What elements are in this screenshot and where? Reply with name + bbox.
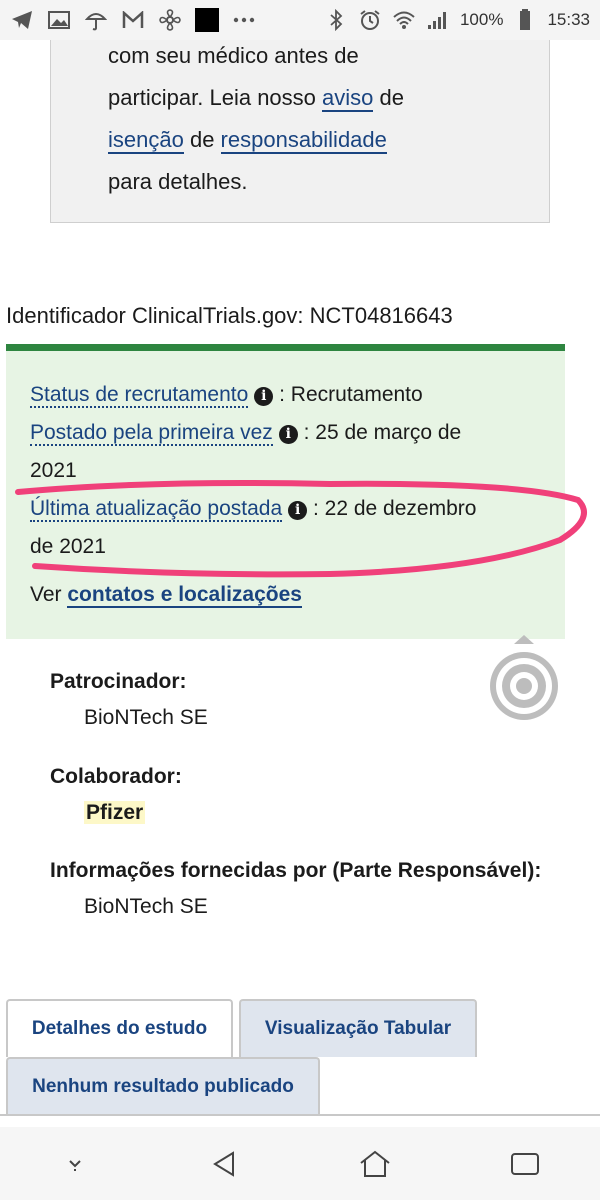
- umbrella-icon: [84, 8, 108, 32]
- collaborator-block: Colaborador: Pfizer: [50, 765, 182, 825]
- last-update-row: Última atualização postada i : 22 de deze…: [30, 490, 565, 528]
- identifier-value: NCT04816643: [309, 303, 453, 328]
- info-icon[interactable]: i: [278, 425, 298, 444]
- gmail-icon: [121, 8, 145, 32]
- contacts-locations-link[interactable]: contatos e localizações: [67, 583, 302, 608]
- recruitment-status-value: : Recrutamento: [273, 383, 423, 406]
- last-update-value-cont: de 2021: [30, 535, 106, 558]
- responsible-party-label: Informações fornecidas por (Parte Respon…: [50, 859, 542, 882]
- collaborator-label: Colaborador:: [50, 765, 182, 788]
- see-contacts-row: Ver contatos e localizações: [30, 576, 565, 614]
- sponsor-value: BioNTech SE: [84, 706, 208, 729]
- disclaimer-line-3: isenção de responsabilidade: [108, 119, 549, 161]
- responsible-party-value: BioNTech SE: [84, 895, 208, 918]
- tab-study-details[interactable]: Detalhes do estudo: [6, 999, 233, 1057]
- signal-icon: [426, 8, 450, 32]
- last-update-term[interactable]: Última atualização postada: [30, 497, 283, 522]
- first-posted-term[interactable]: Postado pela primeira vez: [30, 421, 273, 446]
- clock-time: 15:33: [547, 10, 590, 29]
- home-icon[interactable]: [355, 1144, 395, 1184]
- status-bar: 100% 15:33: [0, 0, 600, 40]
- sponsor-block: Patrocinador: BioNTech SE: [50, 670, 208, 730]
- battery-icon: [513, 8, 537, 32]
- disclaimer-link-isencao[interactable]: isenção: [108, 127, 184, 154]
- back-icon[interactable]: [205, 1144, 245, 1184]
- info-icon[interactable]: i: [254, 387, 274, 406]
- first-posted-value-cont: 2021: [30, 459, 77, 482]
- more-dots-icon: [232, 8, 256, 32]
- disclaimer-text: de: [183, 127, 221, 152]
- sponsor-label: Patrocinador:: [50, 670, 187, 693]
- page: com seu médico antes de participar. Leia…: [0, 0, 600, 1200]
- tab-no-results-posted[interactable]: Nenhum resultado publicado: [6, 1057, 320, 1115]
- recruitment-status-row: Status de recrutamento i : Recrutamento: [30, 376, 565, 414]
- app-black-icon: [195, 8, 219, 32]
- tab-tabular-view[interactable]: Visualização Tabular: [239, 999, 477, 1057]
- collaborator-value-wrap: Pfizer: [84, 801, 182, 825]
- gallery-icon: [47, 8, 71, 32]
- battery-percent: 100%: [459, 10, 504, 29]
- navigation-bar: [0, 1127, 600, 1200]
- disclaimer-box: com seu médico antes de participar. Leia…: [50, 20, 550, 223]
- tab-divider: [0, 1114, 600, 1116]
- telegram-icon: [10, 8, 34, 32]
- assistive-touch-icon[interactable]: [484, 632, 564, 724]
- keyboard-hide-icon[interactable]: [55, 1144, 95, 1184]
- pinwheel-icon: [158, 8, 182, 32]
- first-posted-row: Postado pela primeira vez i : 25 de março…: [30, 414, 565, 452]
- disclaimer-line-4: para detalhes.: [108, 169, 248, 194]
- disclaimer-link-responsabilidade[interactable]: responsabilidade: [220, 127, 387, 154]
- disclaimer-text: de: [373, 85, 404, 110]
- disclaimer-line-2: participar. Leia nosso aviso de: [108, 77, 549, 119]
- collaborator-value: Pfizer: [84, 801, 146, 824]
- first-posted-value: : 25 de março de: [297, 421, 462, 444]
- disclaimer-line-1: com seu médico antes de: [108, 43, 359, 68]
- last-update-value: : 22 de dezembro: [307, 497, 477, 520]
- status-panel: Status de recrutamento i : Recrutamento P…: [6, 344, 565, 639]
- info-icon[interactable]: i: [288, 501, 308, 520]
- bluetooth-icon: [324, 8, 348, 32]
- identifier-label: Identificador ClinicalTrials.gov:: [6, 303, 310, 328]
- responsible-party-block: Informações fornecidas por (Parte Respon…: [50, 859, 541, 919]
- wifi-icon: [392, 8, 416, 32]
- trial-identifier: Identificador ClinicalTrials.gov: NCT048…: [6, 303, 453, 329]
- disclaimer-link-aviso[interactable]: aviso: [322, 85, 374, 112]
- disclaimer-text: participar. Leia nosso: [108, 85, 323, 110]
- alarm-icon: [358, 8, 382, 32]
- see-prefix: Ver: [30, 583, 68, 606]
- recents-icon[interactable]: [505, 1144, 545, 1184]
- recruitment-status-term[interactable]: Status de recrutamento: [30, 383, 249, 408]
